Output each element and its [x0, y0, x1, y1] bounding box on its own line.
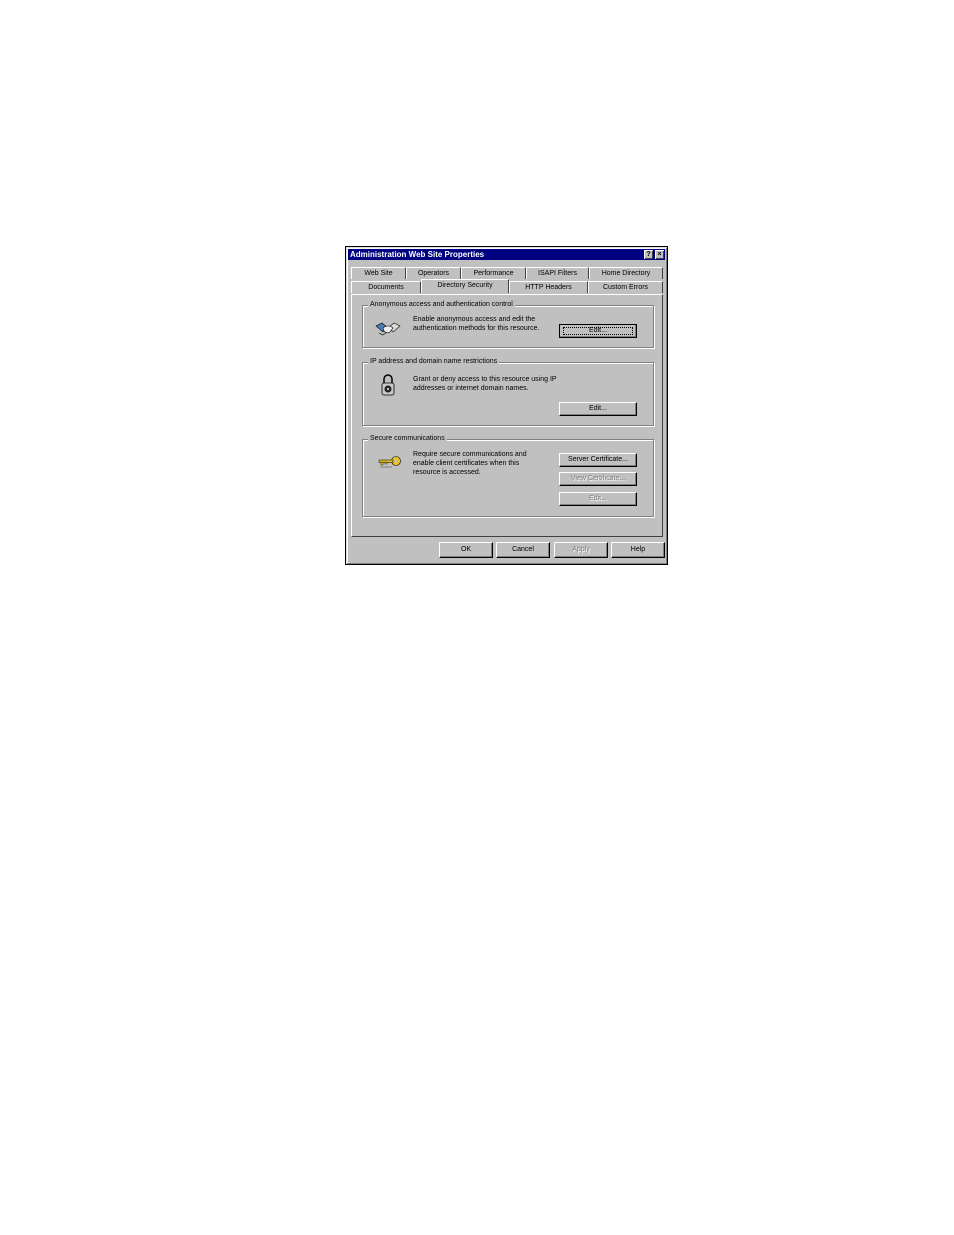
secure-communications-text: Require secure communications and enable… [413, 451, 527, 476]
tab-documents[interactable]: Documents [351, 281, 421, 293]
handshake-icon [375, 318, 401, 343]
tab-http-headers[interactable]: HTTP Headers [509, 281, 588, 293]
window-title: Administration Web Site Properties [350, 250, 485, 259]
tab-custom-errors[interactable]: Custom Errors [588, 281, 663, 293]
title-bar: Administration Web Site Properties ? × [348, 249, 665, 260]
ip-restrictions-text: Grant or deny access to this resource us… [413, 376, 557, 392]
properties-dialog: Administration Web Site Properties ? × W… [345, 246, 668, 565]
secure-edit-button[interactable]: Edit... [559, 492, 637, 506]
anonymous-access-legend: Anonymous access and authentication cont… [368, 300, 515, 310]
server-certificate-button[interactable]: Server Certificate... [559, 453, 637, 467]
anonymous-access-group: Anonymous access and authentication cont… [362, 300, 654, 348]
cancel-button[interactable]: Cancel [496, 542, 550, 558]
help-title-button[interactable]: ? [644, 250, 653, 259]
help-button[interactable]: Help [611, 542, 665, 558]
tab-performance[interactable]: Performance [461, 267, 526, 279]
keys-icon [377, 454, 403, 475]
close-button[interactable]: × [655, 250, 664, 259]
secure-communications-legend: Secure communications [368, 434, 447, 444]
directory-security-panel: Anonymous access and authentication cont… [351, 294, 663, 537]
tab-row-front: Documents Directory Security HTTP Header… [351, 279, 663, 293]
secure-communications-group: Secure communications Require secure com… [362, 434, 654, 517]
view-certificate-button[interactable]: View Certificate... [559, 472, 637, 486]
anonymous-edit-button[interactable]: Edit... [559, 324, 637, 338]
ip-restrictions-group: IP address and domain name restrictions … [362, 357, 654, 426]
tab-isapi-filters[interactable]: ISAPI Filters [526, 267, 589, 279]
padlock-icon [380, 373, 396, 402]
tab-operators[interactable]: Operators [406, 267, 461, 279]
anonymous-access-text: Enable anonymous access and edit the aut… [413, 316, 540, 332]
tab-directory-security[interactable]: Directory Security [421, 279, 509, 293]
tab-row-back: Web Site Operators Performance ISAPI Fil… [351, 267, 663, 279]
tab-web-site[interactable]: Web Site [351, 267, 406, 279]
ok-button[interactable]: OK [439, 542, 493, 558]
ip-restrictions-legend: IP address and domain name restrictions [368, 357, 500, 367]
ip-edit-button[interactable]: Edit... [559, 402, 637, 416]
tab-home-directory[interactable]: Home Directory [589, 267, 663, 279]
apply-button[interactable]: Apply [554, 542, 608, 558]
